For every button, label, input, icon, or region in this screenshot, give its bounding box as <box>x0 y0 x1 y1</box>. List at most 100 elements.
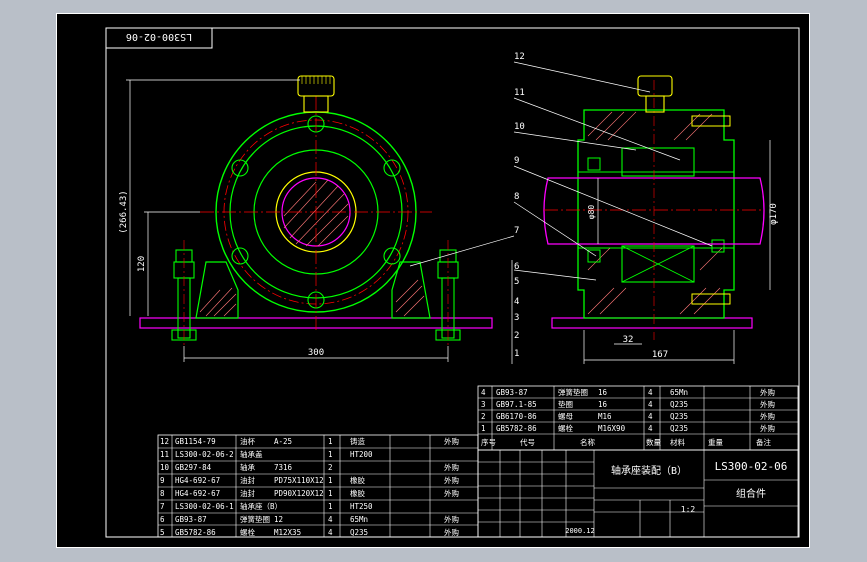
bom-left-text: 12 GB1154-79 油杯 A-25 1 铸造 外购11 LS300-02-06-2 轴承盖… <box>160 436 459 537</box>
bom-left-code: GB93-87 <box>175 515 207 524</box>
bom-right-qty: 4 <box>648 424 653 433</box>
bom-right-qty: 4 <box>648 388 653 397</box>
dim-overall-height: (266.43) <box>119 190 129 233</box>
bom-left-material: 橡胶 <box>350 488 365 498</box>
bom-left-qty: 4 <box>328 528 333 537</box>
side-base-plate <box>551 317 753 329</box>
bom-left-qty: 2 <box>328 463 333 472</box>
svg-text:11: 11 <box>514 88 525 98</box>
svg-text:7: 7 <box>514 226 519 236</box>
bom-right-spec: M16 <box>598 412 612 421</box>
bom-right-remark: 外购 <box>760 399 775 409</box>
bom-left-material: Q235 <box>350 528 368 537</box>
bom-right-code: GB93-87 <box>496 388 528 397</box>
bom-right-qty: 4 <box>648 400 653 409</box>
svg-text:备注: 备注 <box>756 437 771 447</box>
bom-right-spec: 16 <box>598 400 608 409</box>
bom-right-material: 65Mn <box>670 388 688 397</box>
bom-left-remark: 外购 <box>444 527 459 537</box>
svg-text:材料: 材料 <box>670 437 685 447</box>
bom-left-name: 弹簧垫圈 <box>240 514 270 524</box>
svg-text:6: 6 <box>514 262 519 272</box>
dim-bore-left: φ80 <box>587 205 596 220</box>
bom-left-no: 5 <box>160 528 165 537</box>
bom-left-qty: 4 <box>328 515 333 524</box>
svg-text:数量: 数量 <box>646 437 661 447</box>
svg-text:8: 8 <box>514 192 519 202</box>
title-sheet-label: 组合件 <box>736 487 766 500</box>
bom-right-material: Q235 <box>670 400 688 409</box>
cad-viewport[interactable]: LS300-02-06 (266.43) 120 300 167 32 φ170… <box>0 0 867 562</box>
front-view: (266.43) 120 300 <box>119 75 493 362</box>
bom-left-spec: M12X35 <box>274 528 301 537</box>
svg-text:10: 10 <box>514 122 525 132</box>
bom-left-material: 65Mn <box>350 515 368 524</box>
dim-center-height: 120 <box>137 256 147 272</box>
bom-left-remark: 外购 <box>444 514 459 524</box>
svg-text:4: 4 <box>514 297 519 307</box>
svg-text:代号: 代号 <box>520 437 535 447</box>
oil-cup-knurl <box>301 76 331 84</box>
bom-right-header: 序号 代号 名称 数量 材料 重量 备注 <box>481 437 771 447</box>
bom-left-material: HT250 <box>350 502 373 511</box>
bom-right-code: GB97.1-85 <box>496 400 537 409</box>
bom-right-remark: 外购 <box>760 387 775 397</box>
bom-left-code: LS300-02-06-2 <box>175 450 234 459</box>
title-block: 轴承座装配（B） LS300-02-06 组合件 1:2 2000.12 <box>477 449 799 538</box>
svg-text:9: 9 <box>514 156 519 166</box>
bom-left-name: 油封 <box>240 475 255 485</box>
bom-left-no: 9 <box>160 476 165 485</box>
bom-left-code: HG4-692-67 <box>175 489 220 498</box>
title-drawing-number: LS300-02-06 <box>715 460 788 473</box>
leader-lines <box>409 61 713 364</box>
bom-left-qty: 1 <box>328 502 333 511</box>
bom-left-name: 油杯 <box>240 436 255 446</box>
bom-left-remark: 外购 <box>444 488 459 498</box>
bom-left-qty: 1 <box>328 450 333 459</box>
bom-right-no: 2 <box>481 412 486 421</box>
bom-right-remark: 外购 <box>760 423 775 433</box>
title-scale: 1:2 <box>681 505 696 514</box>
bom-left-remark: 外购 <box>444 475 459 485</box>
bom-right-code: GB5782-86 <box>496 424 537 433</box>
dim-side-32: 32 <box>623 335 634 345</box>
svg-text:1: 1 <box>514 349 519 359</box>
bom-right-no: 1 <box>481 424 486 433</box>
bom-left-spec: 7316 <box>274 463 293 472</box>
side-oil-cup <box>637 75 673 97</box>
bom-right-spec: 16 <box>598 388 608 397</box>
side-dimensions <box>583 140 771 364</box>
bom-left-code: HG4-692-67 <box>175 476 220 485</box>
bom-left-spec: A-25 <box>274 437 292 446</box>
dim-side-width: 167 <box>652 350 668 360</box>
side-housing <box>577 109 735 319</box>
bom-left-code: GB1154-79 <box>175 437 216 446</box>
svg-text:5: 5 <box>514 277 519 287</box>
bom-left-spec: 12 <box>274 515 283 524</box>
bom-right-name: 弹簧垫圈 <box>558 387 588 397</box>
bom-left-material: 橡胶 <box>350 475 365 485</box>
bom-left-name: 螺栓 <box>240 527 255 537</box>
bom-left-spec: PD90X120X12 <box>274 489 324 498</box>
front-dimensions <box>126 79 449 362</box>
bom-right-name: 垫圈 <box>558 399 573 409</box>
bom-right-material: Q235 <box>670 424 688 433</box>
bom-left-remark: 外购 <box>444 462 459 472</box>
bom-left-qty: 1 <box>328 476 333 485</box>
bom-right-material: Q235 <box>670 412 688 421</box>
bom-left-code: GB297-84 <box>175 463 212 472</box>
bom-left-code: GB5782-86 <box>175 528 216 537</box>
title-assembly-name: 轴承座装配（B） <box>611 464 687 477</box>
bom-right-qty: 4 <box>648 412 653 421</box>
dim-base-length: 300 <box>308 348 324 358</box>
bom-right-no: 3 <box>481 400 486 409</box>
bom-left-qty: 1 <box>328 489 333 498</box>
drawing-number-rotated: LS300-02-06 <box>126 31 192 42</box>
svg-text:3: 3 <box>514 313 519 323</box>
side-hatch <box>587 111 723 315</box>
bom-left-no: 10 <box>160 463 170 472</box>
svg-text:名称: 名称 <box>580 437 595 447</box>
bom-left-material: 铸造 <box>350 436 365 446</box>
svg-text:2: 2 <box>514 331 519 341</box>
bom-left-no: 7 <box>160 502 165 511</box>
